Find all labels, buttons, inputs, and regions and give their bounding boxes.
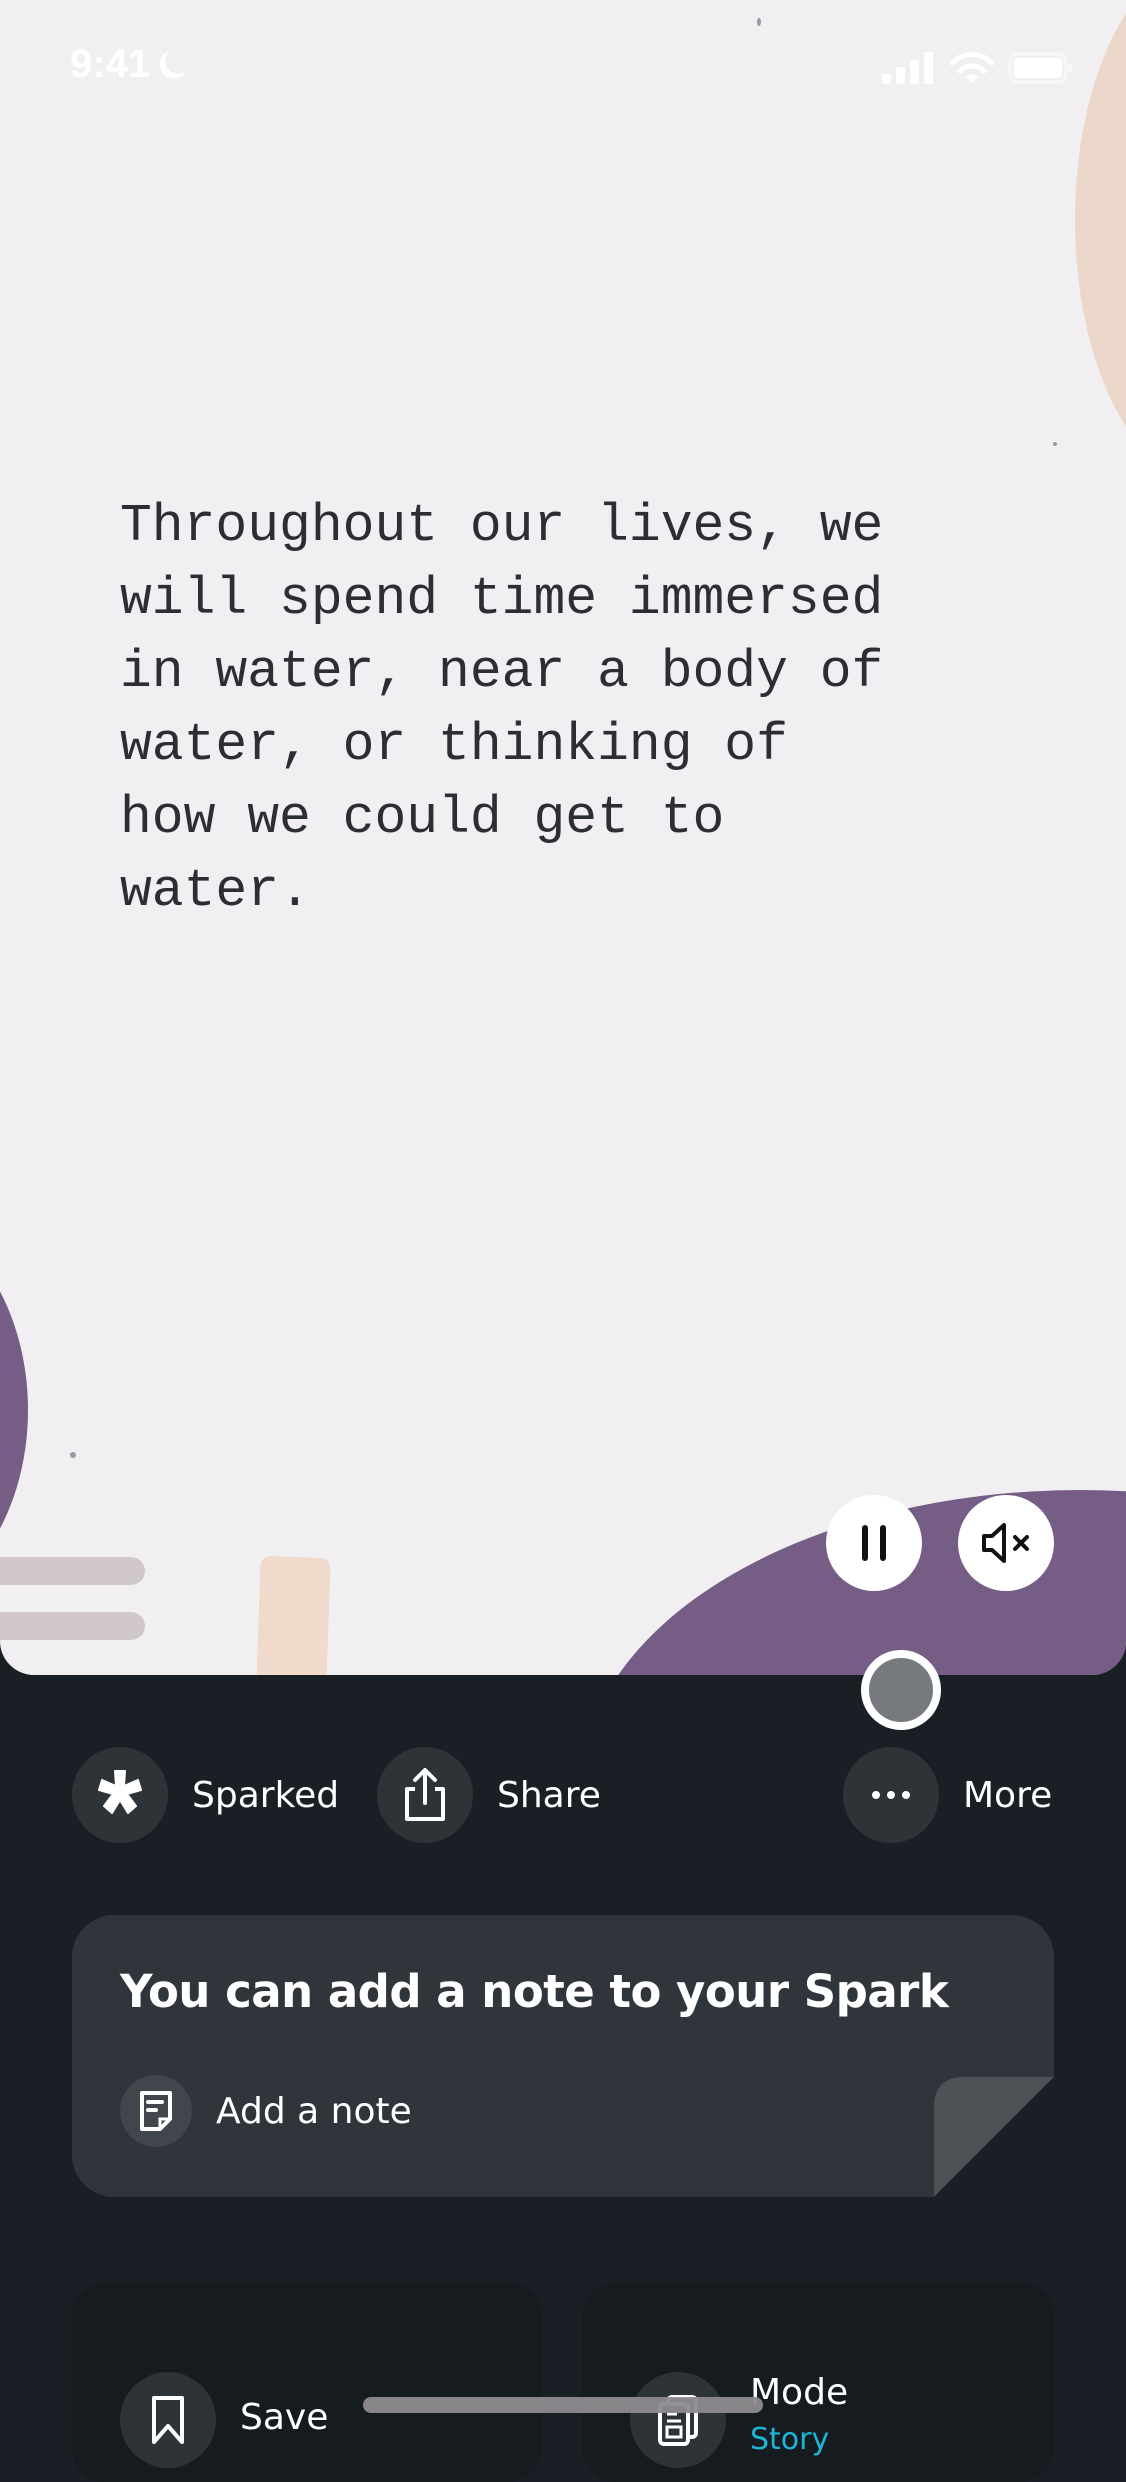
decorative-purple-shape-left <box>0 1210 28 1610</box>
note-icon-wrap <box>120 2075 192 2147</box>
decorative-bar <box>0 1557 145 1585</box>
cellular-signal-icon <box>882 52 933 84</box>
spark-icon <box>98 1770 142 1814</box>
ellipsis-icon <box>872 1791 910 1799</box>
share-button[interactable]: Share <box>377 1747 601 1843</box>
ellipsis-icon-wrap <box>843 1747 939 1843</box>
share-icon <box>405 1768 445 1821</box>
clock: 9:41 <box>70 42 151 86</box>
decorative-dot <box>70 1452 76 1458</box>
sparked-button[interactable]: Sparked <box>72 1747 339 1843</box>
decorative-peach-stick <box>255 1555 331 1675</box>
story-card[interactable]: Throughout our lives, we will spend time… <box>0 0 1126 1675</box>
decorative-bar <box>0 1612 145 1640</box>
bookmark-icon-wrap <box>120 2372 216 2468</box>
bookmark-icon <box>152 2396 184 2444</box>
spark-icon-wrap <box>72 1747 168 1843</box>
decorative-dot <box>1053 442 1057 446</box>
save-tile[interactable]: Save <box>72 2282 542 2482</box>
pause-icon <box>862 1525 886 1561</box>
status-icons <box>882 52 1074 84</box>
mode-tile[interactable]: Mode Story <box>582 2282 1054 2482</box>
action-row: Sparked Share More <box>0 1747 1126 1843</box>
add-note-label: Add a note <box>216 2090 412 2132</box>
note-icon <box>140 2091 172 2131</box>
status-time: 9:41 <box>70 42 188 87</box>
sparked-label: Sparked <box>192 1774 340 1816</box>
pause-button[interactable] <box>826 1495 922 1591</box>
note-card: You can add a note to your Spark Add a n… <box>72 1915 1054 2197</box>
story-mode-icon-wrap <box>630 2372 726 2468</box>
mode-value: Story <box>750 2422 830 2457</box>
progress-track[interactable] <box>0 1693 1126 1697</box>
add-note-button[interactable]: Add a note <box>120 2075 412 2147</box>
share-icon-wrap <box>377 1747 473 1843</box>
note-card-title: You can add a note to your Spark <box>120 1965 949 2018</box>
share-label: Share <box>497 1774 601 1816</box>
progress-handle[interactable] <box>860 1650 941 1730</box>
story-text: Throughout our lives, we will spend time… <box>120 496 884 921</box>
mode-label: Mode <box>750 2372 849 2413</box>
speaker-muted-icon <box>982 1523 1029 1563</box>
battery-icon <box>1008 52 1072 84</box>
home-indicator[interactable] <box>363 2397 763 2413</box>
page-curl-decoration <box>934 2077 1054 2197</box>
more-button[interactable]: More <box>843 1747 1052 1843</box>
more-label: More <box>963 1774 1053 1816</box>
save-label: Save <box>240 2397 329 2438</box>
status-bar: 9:41 <box>0 0 1126 140</box>
wifi-icon <box>950 52 994 83</box>
mute-button[interactable] <box>958 1495 1054 1591</box>
moon-icon <box>159 50 187 79</box>
